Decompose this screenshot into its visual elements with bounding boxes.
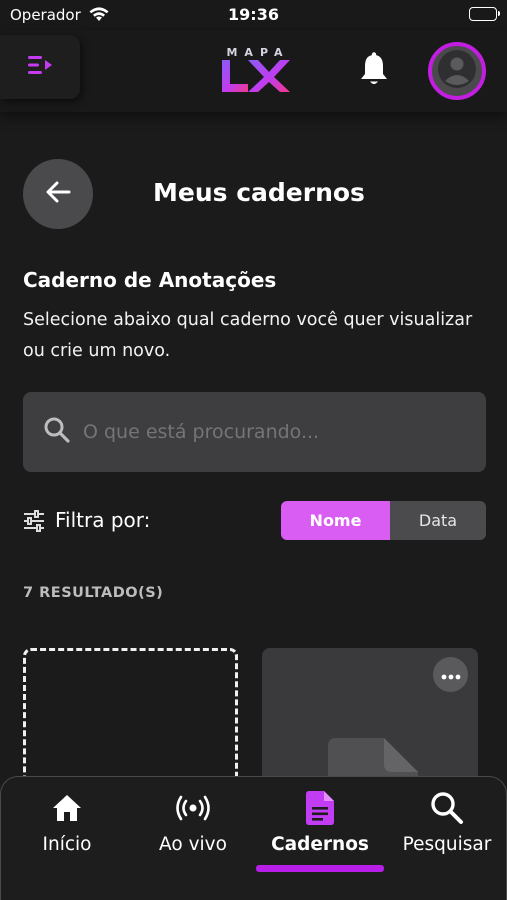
logo-mark (222, 60, 290, 92)
nav-item-pesquisar[interactable]: Pesquisar (397, 777, 497, 877)
avatar-icon (437, 49, 477, 93)
filter-option-data[interactable]: Data (390, 501, 486, 540)
filter-segmented-control: Nome Data (281, 501, 486, 540)
profile-avatar[interactable] (428, 42, 486, 100)
search-input[interactable] (83, 421, 443, 443)
notebook-icon (306, 791, 334, 825)
notifications-button[interactable] (356, 52, 392, 92)
active-tab-indicator (256, 865, 384, 872)
app-logo[interactable]: MAPA (214, 46, 296, 96)
menu-button[interactable] (0, 35, 80, 99)
home-icon (51, 791, 83, 825)
status-bar: Operador 19:36 (0, 0, 507, 30)
nav-item-ao-vivo[interactable]: Ao vivo (143, 777, 243, 877)
card-options-button[interactable] (433, 657, 468, 692)
nav-label-ao-vivo: Ao vivo (159, 834, 227, 855)
filter-option-nome[interactable]: Nome (281, 501, 390, 540)
section-heading: Caderno de Anotações (23, 268, 277, 292)
nav-item-cadernos[interactable]: Cadernos (263, 777, 377, 877)
bell-icon (358, 52, 390, 92)
battery-icon (469, 7, 500, 21)
nav-label-cadernos: Cadernos (271, 834, 369, 855)
page-title: Meus cadernos (153, 178, 365, 207)
filter-sliders-icon (22, 509, 46, 537)
filter-label: Filtra por: (55, 508, 151, 532)
bottom-nav: Início Ao vivo Cadernos Pesquisar (0, 776, 507, 900)
search-icon (43, 416, 71, 448)
app-header: MAPA (0, 30, 507, 112)
menu-collapse-icon (26, 53, 54, 81)
section-description: Selecione abaixo qual caderno você quer … (23, 310, 473, 361)
broadcast-icon (175, 791, 211, 825)
back-button[interactable] (23, 159, 93, 229)
search-icon (430, 791, 464, 825)
arrow-left-icon (45, 180, 71, 208)
more-horizontal-icon (441, 665, 461, 684)
search-box[interactable] (23, 392, 486, 472)
nav-label-pesquisar: Pesquisar (402, 834, 492, 855)
nav-label-inicio: Início (42, 834, 92, 855)
result-count: 7 RESULTADO(S) (23, 585, 164, 601)
clock: 19:36 (228, 5, 279, 24)
nav-item-inicio[interactable]: Início (27, 777, 107, 877)
